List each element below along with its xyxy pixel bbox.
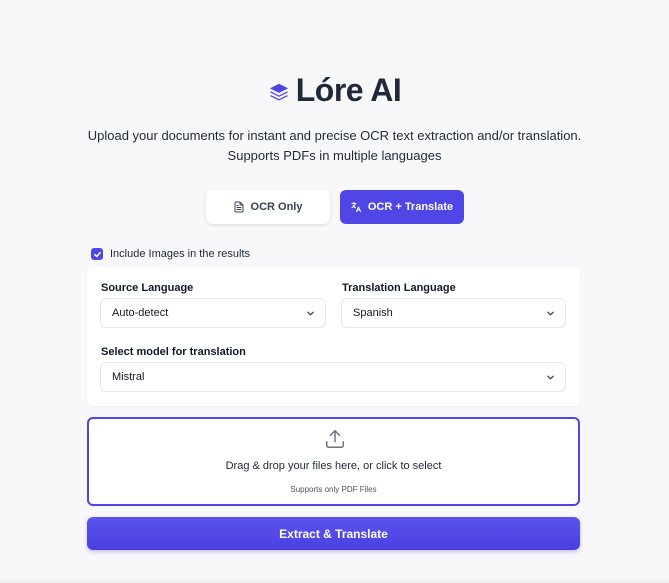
- translate-icon: [351, 202, 361, 212]
- extract-translate-button[interactable]: Extract & Translate: [87, 517, 580, 550]
- layers-icon: [269, 83, 288, 101]
- checkmark-icon: [93, 251, 101, 257]
- ocr-only-label: OCR Only: [250, 201, 303, 213]
- page-subtitle: Upload your documents for instant and pr…: [40, 126, 629, 166]
- model-label: Select model for translation: [101, 346, 246, 358]
- upload-icon: [326, 430, 344, 448]
- subtitle-line-1: Upload your documents for instant and pr…: [87, 128, 582, 143]
- model-select[interactable]: Mistral: [100, 362, 566, 392]
- translation-language-select[interactable]: Spanish: [341, 298, 566, 328]
- chevron-down-icon: [547, 311, 554, 315]
- ocr-translate-button[interactable]: OCR + Translate: [339, 190, 464, 224]
- chevron-down-icon: [307, 311, 314, 315]
- source-language-label: Source Language: [101, 282, 194, 294]
- include-images-label: Include Images in the results: [110, 248, 251, 260]
- include-images-option: Include Images in the results: [91, 248, 250, 260]
- subtitle-line-2: Supports PDFs in multiple languages: [227, 148, 442, 163]
- document-icon: [234, 201, 244, 213]
- include-images-checkbox[interactable]: [91, 248, 103, 260]
- dropzone-file-types: Supports only PDF Files: [290, 485, 377, 494]
- bottom-divider: [0, 577, 669, 583]
- mode-toggle: OCR Only OCR + Translate: [0, 190, 669, 224]
- app-logo: Lóre AI: [0, 72, 669, 109]
- dropzone-instructions: Drag & drop your files here, or click to…: [225, 460, 442, 472]
- translation-language-value: Spanish: [353, 307, 393, 319]
- app-title: Lóre AI: [295, 72, 402, 108]
- ocr-translate-label: OCR + Translate: [367, 201, 454, 213]
- ocr-only-button[interactable]: OCR Only: [205, 190, 330, 224]
- source-language-value: Auto-detect: [112, 307, 169, 319]
- translation-language-label: Translation Language: [342, 282, 456, 294]
- model-value: Mistral: [112, 371, 145, 383]
- settings-card: Source Language Auto-detect Translation …: [87, 267, 580, 406]
- chevron-down-icon: [547, 375, 554, 379]
- source-language-select[interactable]: Auto-detect: [100, 298, 326, 328]
- file-dropzone[interactable]: Drag & drop your files here, or click to…: [87, 417, 580, 506]
